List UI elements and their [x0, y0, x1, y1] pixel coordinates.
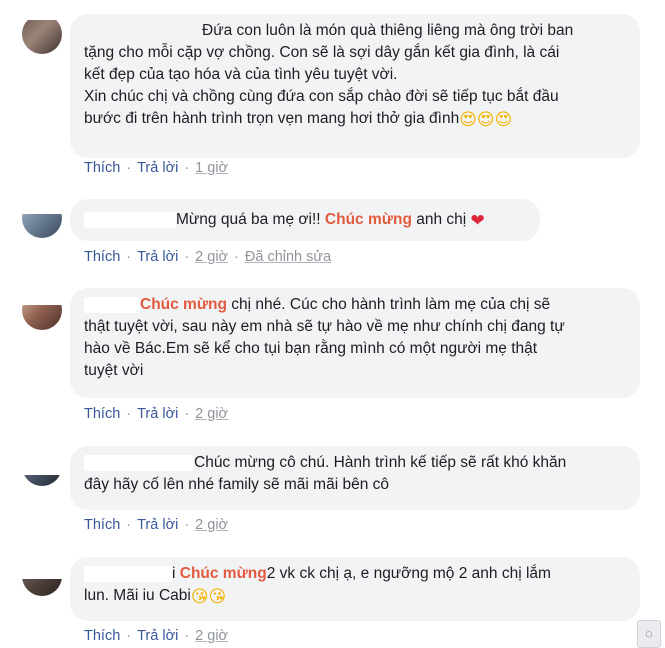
heart-emoji: ❤	[470, 211, 485, 230]
comment-text-line: bước đi trên hành trình trọn vẹn mang hơ…	[84, 108, 628, 130]
comment-text: i	[172, 565, 180, 582]
like-link[interactable]: Thích	[84, 406, 120, 422]
comment-bubble: Chúc mừng cô chú. Hành trình kế tiếp sẽ …	[70, 446, 640, 510]
highlight-text: Chúc mừng	[324, 211, 412, 228]
comment-bubble: Mừng quá ba mẹ ơi!! Chúc mừng anh chị ❤	[70, 199, 540, 241]
separator-dot: ·	[184, 628, 190, 644]
comment-text-line: Xin chúc chị và chồng cùng đứa con sắp c…	[84, 88, 559, 105]
comment-text-line: Chúc mừng chị nhé. Cúc cho hành trình là…	[84, 294, 628, 316]
comment-actions: Thích · Trả lời · 2 giờ	[84, 517, 228, 533]
comment-actions: Thích · Trả lời · 2 giờ	[84, 406, 228, 422]
highlight-text: Chúc mừng	[140, 296, 227, 313]
reply-link[interactable]: Trả lời	[137, 517, 178, 533]
kiss-emoji: 😘😘	[190, 587, 227, 606]
comment-text-line: thật tuyệt vời, sau này em nhà sẽ tự hào…	[84, 318, 565, 335]
comment-bubble: Chúc mừng chị nhé. Cúc cho hành trình là…	[70, 288, 640, 398]
comment-text: chị nhé. Cúc cho hành trình làm mẹ của c…	[227, 296, 551, 313]
comment-text-line: Đứa con luôn là món quà thiêng liêng mà …	[202, 22, 574, 39]
comment-time[interactable]: 1 giờ	[195, 160, 228, 176]
comment-actions: Thích · Trả lời · 2 giờ	[84, 628, 228, 644]
comment-time[interactable]: 2 giờ	[195, 249, 228, 265]
comment-text-line: tặng cho mỗi cặp vợ chồng. Con sẽ là sợi…	[84, 44, 560, 61]
comment-actions: Thích · Trả lời · 2 giờ · Đã chỉnh sửa	[84, 249, 331, 265]
comment-text: bước đi trên hành trình trọn vẹn mang hơ…	[84, 110, 460, 127]
separator-dot: ·	[126, 517, 132, 533]
comment-time[interactable]: 2 giờ	[195, 406, 228, 422]
reply-link[interactable]: Trả lời	[137, 628, 178, 644]
author-name-redacted	[84, 565, 172, 582]
separator-dot: ·	[234, 249, 239, 265]
separator-dot: ·	[126, 249, 132, 265]
separator-dot: ·	[126, 406, 132, 422]
separator-dot: ·	[126, 160, 132, 176]
comment-time[interactable]: 2 giờ	[195, 517, 228, 533]
comment-text-line: hào về Bác.Em sẽ kể cho tụi bạn rằng mìn…	[84, 340, 538, 357]
author-name-redacted	[84, 454, 194, 471]
comment-text: Chúc mừng cô chú. Hành trình kế tiếp sẽ …	[194, 454, 567, 471]
highlight-text: Chúc mừng	[179, 565, 267, 582]
reply-link[interactable]: Trả lời	[137, 160, 178, 176]
author-name-redacted	[84, 296, 140, 313]
reply-link[interactable]: Trả lời	[137, 406, 178, 422]
separator-dot: ·	[184, 160, 190, 176]
comment-time[interactable]: 2 giờ	[195, 628, 228, 644]
separator-dot: ·	[184, 406, 190, 422]
comment-text: lun. Mãi iu Cabi	[84, 587, 191, 604]
comment-text-line: lun. Mãi iu Cabi😘😘	[84, 585, 628, 607]
avatar[interactable]	[22, 14, 62, 54]
comment-text: 2 vk ck chị ạ, e ngưỡng mộ 2 anh chị lắm	[266, 565, 551, 582]
comment-text-line: tuyệt vời	[84, 362, 144, 379]
reply-link[interactable]: Trả lời	[137, 249, 178, 265]
globe-icon[interactable]: ◌	[637, 620, 661, 648]
like-link[interactable]: Thích	[84, 249, 120, 265]
comment-text: anh chị	[411, 211, 471, 228]
like-link[interactable]: Thích	[84, 160, 120, 176]
comment-bubble: Đứa con luôn là món quà thiêng liêng mà …	[70, 14, 640, 158]
edited-link[interactable]: Đã chỉnh sửa	[245, 249, 331, 265]
comment-text-line: đây hãy cố lên nhé family sẽ mãi mãi bên…	[84, 476, 389, 493]
heart-eyes-emoji: 😍😍😍	[459, 110, 513, 129]
comment-text-line: kết đẹp của tạo hóa và của tình yêu tuyệ…	[84, 66, 398, 83]
comment-text-line: i Chúc mừng2 vk ck chị ạ, e ngưỡng mộ 2 …	[84, 563, 628, 585]
comment-actions: Thích · Trả lời · 1 giờ	[84, 160, 228, 176]
like-link[interactable]: Thích	[84, 517, 120, 533]
separator-dot: ·	[126, 628, 132, 644]
separator-dot: ·	[184, 249, 190, 265]
author-name-redacted	[84, 211, 176, 228]
separator-dot: ·	[184, 517, 190, 533]
comment-text-line: Chúc mừng cô chú. Hành trình kế tiếp sẽ …	[84, 452, 628, 474]
comment-bubble: i Chúc mừng2 vk ck chị ạ, e ngưỡng mộ 2 …	[70, 557, 640, 621]
like-link[interactable]: Thích	[84, 628, 120, 644]
comment-text: Mừng quá ba mẹ ơi!!	[176, 211, 325, 228]
